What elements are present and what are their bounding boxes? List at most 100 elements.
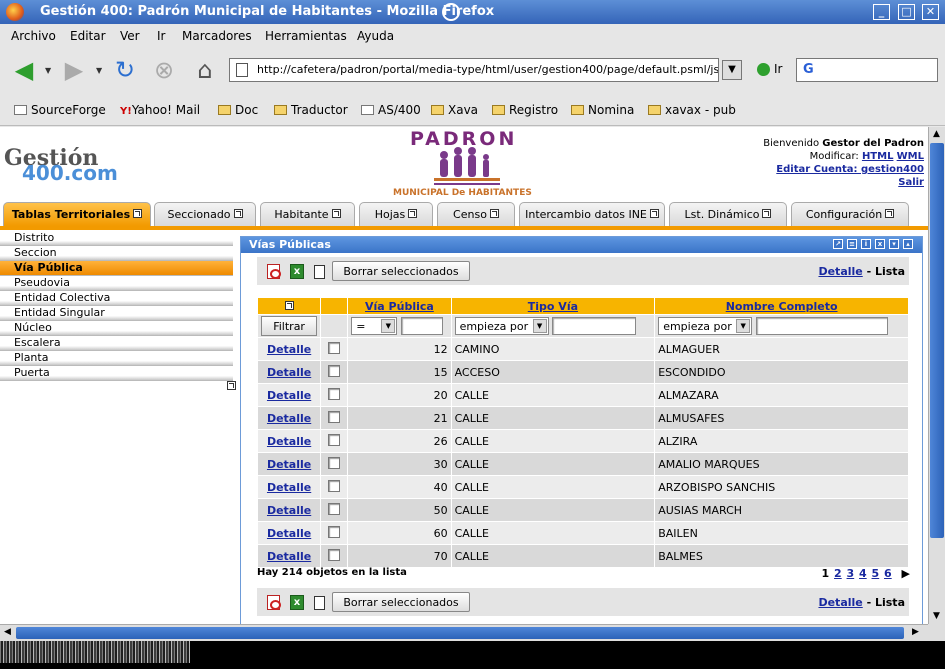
row-detail-link[interactable]: Detalle	[267, 481, 311, 494]
nombre-filter-input[interactable]	[755, 317, 888, 335]
forward-dropdown-icon[interactable]: ▼	[96, 66, 102, 75]
home-icon[interactable]: ⌂	[191, 56, 219, 84]
row-checkbox[interactable]	[328, 364, 341, 377]
modify-wml-link[interactable]: WML	[897, 151, 924, 162]
bookmark-folder-doc[interactable]: Doc	[218, 103, 258, 117]
external-link-icon[interactable]	[649, 209, 659, 218]
scroll-left-icon[interactable]: ◀	[0, 625, 15, 640]
horizontal-scroll-thumb[interactable]	[16, 627, 904, 639]
detail-view-link[interactable]: Detalle	[818, 265, 862, 278]
row-detail-link[interactable]: Detalle	[267, 458, 311, 471]
row-checkbox[interactable]	[328, 548, 341, 561]
panel-close-icon[interactable]: x	[875, 239, 885, 249]
row-detail-link[interactable]: Detalle	[267, 389, 311, 402]
page-link-6[interactable]: 6	[884, 567, 892, 580]
document-icon[interactable]	[314, 596, 325, 610]
vertical-scrollbar[interactable]: ▲ ▼	[928, 127, 945, 624]
sidebar-item-nucleo[interactable]: Núcleo	[0, 321, 233, 336]
panel-info-icon[interactable]: i	[861, 239, 871, 249]
nombre-operator-select[interactable]: empieza por ▼	[658, 317, 753, 335]
external-link-icon[interactable]	[408, 209, 418, 218]
external-link-icon[interactable]	[284, 300, 294, 310]
tab-censo[interactable]: Censo	[437, 202, 515, 226]
sidebar-item-pseudovia[interactable]: Pseudovia	[0, 276, 233, 291]
sidebar-item-entidad-colectiva[interactable]: Entidad Colectiva	[0, 291, 233, 306]
bookmark-as400[interactable]: AS/400	[361, 103, 421, 117]
row-checkbox[interactable]	[328, 525, 341, 538]
row-checkbox[interactable]	[328, 410, 341, 423]
bookmark-folder-nomina[interactable]: Nomina	[571, 103, 634, 117]
sidebar-item-escalera[interactable]: Escalera	[0, 336, 233, 351]
page-link-2[interactable]: 2	[834, 567, 842, 580]
row-checkbox[interactable]	[328, 341, 341, 354]
back-dropdown-icon[interactable]: ▼	[45, 66, 51, 75]
external-link-icon[interactable]	[489, 209, 499, 218]
panel-minimize-icon[interactable]: ▾	[889, 239, 899, 249]
via-operator-select[interactable]: = ▼	[351, 317, 398, 335]
stop-icon[interactable]: ⊗	[150, 56, 178, 84]
pdf-icon[interactable]	[267, 264, 281, 279]
bookmark-folder-xavax-pub[interactable]: xavax - pub	[648, 103, 736, 117]
row-detail-link[interactable]: Detalle	[267, 527, 311, 540]
external-link-icon[interactable]	[885, 209, 895, 218]
via-filter-input[interactable]	[400, 317, 443, 335]
tipo-operator-select[interactable]: empieza por ▼	[454, 317, 549, 335]
external-link-icon[interactable]	[233, 209, 243, 218]
bookmark-folder-xava[interactable]: Xava	[431, 103, 478, 117]
vertical-scroll-thumb[interactable]	[930, 143, 944, 538]
sidebar-item-via-publica[interactable]: Vía Pública	[0, 261, 233, 276]
bookmark-sourceforge[interactable]: SourceForge	[14, 103, 106, 117]
tab-hojas[interactable]: Hojas	[359, 202, 433, 226]
go-button[interactable]: Ir	[757, 62, 782, 76]
row-detail-link[interactable]: Detalle	[267, 550, 311, 563]
reload-icon[interactable]: ↻	[111, 56, 139, 84]
header-tipo-via[interactable]: Tipo Vía	[451, 298, 655, 314]
modify-html-link[interactable]: HTML	[862, 151, 894, 162]
forward-icon[interactable]: ▶	[60, 56, 88, 84]
row-checkbox[interactable]	[328, 502, 341, 515]
menu-marcadores[interactable]: Marcadores	[182, 29, 252, 43]
sidebar-item-puerta[interactable]: Puerta	[0, 366, 233, 381]
sidebar-item-seccion[interactable]: Seccion	[0, 246, 233, 261]
scroll-right-icon[interactable]: ▶	[908, 625, 923, 640]
row-checkbox[interactable]	[328, 479, 341, 492]
menu-archivo[interactable]: Archivo	[11, 29, 56, 43]
tipo-filter-input[interactable]	[552, 317, 637, 335]
menu-editar[interactable]: Editar	[70, 29, 106, 43]
bookmark-folder-registro[interactable]: Registro	[492, 103, 558, 117]
document-icon[interactable]	[314, 265, 325, 279]
header-nombre-completo[interactable]: Nombre Completo	[655, 298, 908, 314]
excel-icon[interactable]: x	[290, 595, 304, 610]
bookmark-folder-traductor[interactable]: Traductor	[274, 103, 348, 117]
row-detail-link[interactable]: Detalle	[267, 435, 311, 448]
external-link-icon[interactable]	[331, 209, 341, 218]
row-checkbox[interactable]	[328, 433, 341, 446]
scroll-up-icon[interactable]: ▲	[929, 127, 944, 142]
row-detail-link[interactable]: Detalle	[267, 504, 311, 517]
row-detail-link[interactable]: Detalle	[267, 412, 311, 425]
url-input[interactable]: http://cafetera/padron/portal/media-type…	[229, 58, 719, 82]
external-link-icon[interactable]	[762, 209, 772, 218]
menu-herramientas[interactable]: Herramientas	[265, 29, 347, 43]
header-via-publica[interactable]: Vía Pública	[348, 298, 451, 314]
filter-button[interactable]: Filtrar	[261, 316, 318, 336]
search-input[interactable]: G	[796, 58, 938, 82]
row-detail-link[interactable]: Detalle	[267, 366, 311, 379]
scroll-down-icon[interactable]: ▼	[929, 609, 944, 624]
panel-print-icon[interactable]: ≡	[847, 239, 857, 249]
panel-external-icon[interactable]: ↗	[833, 239, 843, 249]
bookmark-yahoo-mail[interactable]: Y!Yahoo! Mail	[120, 103, 200, 117]
page-link-4[interactable]: 4	[859, 567, 867, 580]
row-detail-link[interactable]: Detalle	[267, 343, 311, 356]
back-icon[interactable]: ◀	[10, 56, 38, 84]
page-link-3[interactable]: 3	[847, 567, 855, 580]
menu-ir[interactable]: Ir	[157, 29, 165, 43]
external-link-icon[interactable]	[227, 381, 236, 390]
maximize-button[interactable]: □	[898, 4, 915, 20]
row-checkbox[interactable]	[328, 387, 341, 400]
sidebar-item-planta[interactable]: Planta	[0, 351, 233, 366]
detail-view-link[interactable]: Detalle	[818, 596, 862, 609]
close-button[interactable]: ✕	[922, 4, 939, 20]
sidebar-item-entidad-singular[interactable]: Entidad Singular	[0, 306, 233, 321]
delete-selected-button[interactable]: Borrar seleccionados	[332, 592, 470, 612]
